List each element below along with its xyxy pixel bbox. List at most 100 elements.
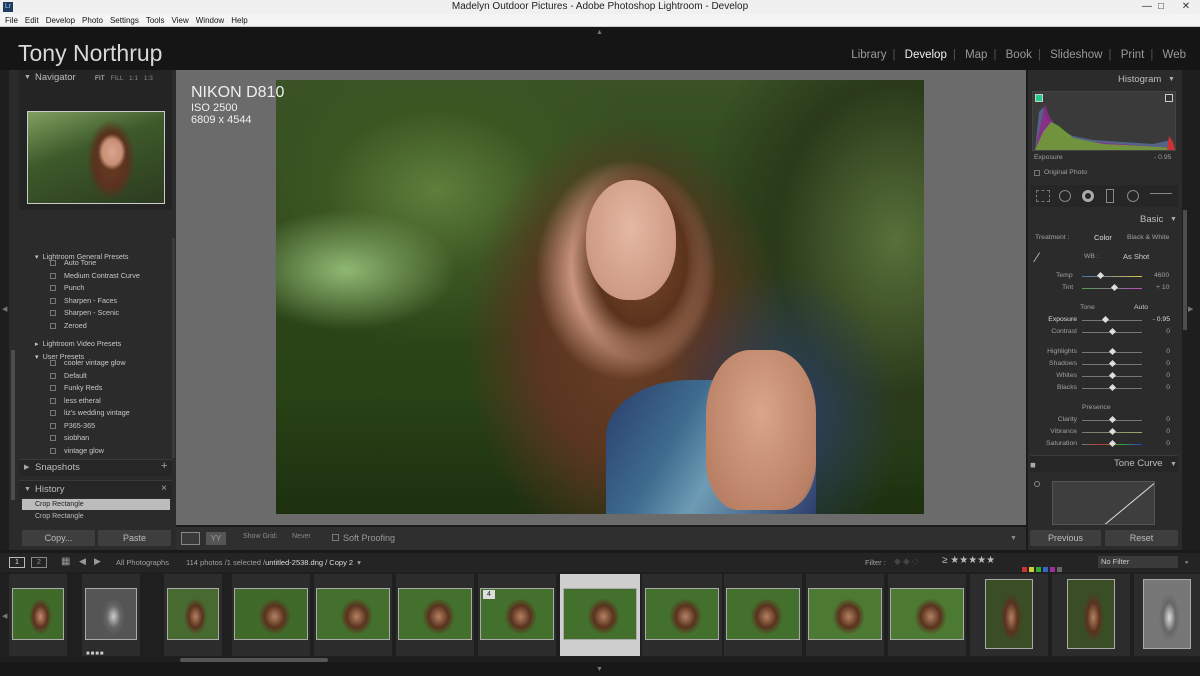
original-photo-checkbox[interactable]: [1034, 170, 1040, 176]
show-grid-select[interactable]: Never: [292, 533, 311, 540]
slider-value[interactable]: 0: [1146, 360, 1170, 367]
panel-toggle-top-icon[interactable]: ▲: [596, 29, 603, 36]
maximize-button[interactable]: □: [1154, 0, 1168, 14]
menu-photo[interactable]: Photo: [82, 16, 103, 25]
history-item-selected[interactable]: Crop Rectangle: [22, 499, 170, 510]
star-rating-filter[interactable]: ≥ ★★★★★: [942, 555, 995, 566]
slider-value[interactable]: 0: [1146, 440, 1170, 447]
eyedropper-icon[interactable]: ⁄: [1036, 250, 1050, 268]
targeted-adjustment-icon[interactable]: [1034, 481, 1040, 487]
slider-value[interactable]: 0: [1146, 384, 1170, 391]
tint-value[interactable]: + 10: [1156, 284, 1169, 291]
soft-proofing-checkbox[interactable]: [332, 534, 339, 541]
menu-help[interactable]: Help: [231, 16, 247, 25]
add-snapshot-icon[interactable]: +: [161, 460, 167, 472]
preset-item[interactable]: liz's wedding vintage: [50, 407, 170, 420]
clear-history-icon[interactable]: ×: [161, 483, 167, 494]
filter-preset-select[interactable]: No Filter: [1098, 556, 1178, 568]
collapse-triangle-icon[interactable]: ▼: [24, 486, 31, 493]
tone-curve-toggle-icon[interactable]: ◼: [1030, 461, 1036, 469]
graduated-filter-icon[interactable]: [1106, 189, 1114, 203]
close-button[interactable]: ✕: [1172, 0, 1200, 14]
collapse-triangle-icon[interactable]: ▼: [1168, 76, 1175, 83]
zoom-1-1[interactable]: 1:1: [129, 75, 138, 82]
collapse-triangle-icon[interactable]: ▼: [1170, 461, 1177, 468]
preset-item[interactable]: Sharpen - Scenic: [50, 307, 170, 320]
slider-value[interactable]: 0: [1146, 372, 1170, 379]
screen-1-button[interactable]: 1: [9, 557, 25, 568]
flag-filter-icons[interactable]: ◆◆◇: [894, 556, 921, 567]
source-label[interactable]: All Photographs: [116, 558, 169, 567]
preset-item[interactable]: less etheral: [50, 395, 170, 408]
module-library[interactable]: Library: [851, 49, 886, 61]
thumbnail[interactable]: [316, 588, 390, 640]
paste-settings-button[interactable]: Paste: [98, 530, 171, 546]
thumbnail[interactable]: [234, 588, 308, 640]
thumbnail[interactable]: [85, 588, 137, 640]
menu-tools[interactable]: Tools: [146, 16, 165, 25]
zoom-fill[interactable]: FILL: [110, 75, 123, 82]
module-print[interactable]: Print: [1121, 49, 1145, 61]
preset-item[interactable]: cooler vintage glow: [50, 357, 170, 370]
preset-item[interactable]: Zeroed: [50, 320, 170, 333]
panel-toggle-bottom-icon[interactable]: ▼: [596, 666, 603, 673]
menu-view[interactable]: View: [172, 16, 189, 25]
right-panel-toggle-icon[interactable]: ▶: [1188, 305, 1193, 313]
collapse-triangle-icon[interactable]: ▼: [24, 74, 31, 81]
filmstrip-scroll-left-icon[interactable]: ◀: [2, 612, 7, 620]
slider-value[interactable]: - 0.95: [1146, 316, 1170, 323]
auto-tone-button[interactable]: Auto: [1134, 304, 1148, 311]
loupe-view-icon[interactable]: [181, 532, 200, 545]
slider-value[interactable]: 0: [1146, 428, 1170, 435]
collapse-triangle-icon[interactable]: ▼: [1170, 216, 1177, 223]
screen-2-button[interactable]: 2: [31, 557, 47, 568]
preset-item[interactable]: Punch: [50, 282, 170, 295]
adjustment-brush-icon[interactable]: [1150, 193, 1172, 197]
forward-arrow-icon[interactable]: ▶: [94, 556, 101, 567]
history-item[interactable]: Crop Rectangle: [22, 511, 170, 522]
thumbnail[interactable]: [1143, 579, 1191, 649]
menu-develop[interactable]: Develop: [46, 16, 75, 25]
radial-filter-icon[interactable]: [1127, 190, 1139, 202]
module-web[interactable]: Web: [1163, 49, 1186, 61]
slider-value[interactable]: 0: [1146, 328, 1170, 335]
histogram-graph[interactable]: [1032, 91, 1176, 151]
navigator-preview[interactable]: [27, 111, 165, 204]
preset-item[interactable]: Medium Contrast Curve: [50, 270, 170, 283]
menu-edit[interactable]: Edit: [25, 16, 39, 25]
thumbnail[interactable]: [890, 588, 964, 640]
previous-button[interactable]: Previous: [1030, 530, 1101, 546]
before-after-view-icon[interactable]: YY: [206, 532, 226, 545]
filter-lock-icon[interactable]: ▪: [1185, 557, 1188, 567]
grid-view-icon[interactable]: ▦: [61, 556, 70, 567]
thumbnail[interactable]: [645, 588, 719, 640]
filename-dropdown-icon[interactable]: ▾: [357, 558, 361, 567]
preset-item[interactable]: vintage glow: [50, 445, 170, 458]
treatment-color[interactable]: Color: [1094, 233, 1112, 242]
module-slideshow[interactable]: Slideshow: [1050, 49, 1102, 61]
spot-removal-icon[interactable]: [1059, 190, 1071, 202]
thumbnail[interactable]: [808, 588, 882, 640]
preset-item[interactable]: P365-365: [50, 420, 170, 433]
presets-scrollbar[interactable]: [172, 238, 175, 458]
preset-item[interactable]: Funky Reds: [50, 382, 170, 395]
left-panel-toggle-icon[interactable]: ◀: [2, 305, 7, 313]
wb-select[interactable]: As Shot: [1123, 252, 1149, 261]
thumbnail[interactable]: [1067, 579, 1115, 649]
menu-settings[interactable]: Settings: [110, 16, 139, 25]
menu-file[interactable]: File: [5, 16, 18, 25]
thumbnail[interactable]: [985, 579, 1033, 649]
copy-settings-button[interactable]: Copy...: [22, 530, 95, 546]
crop-tool-icon[interactable]: [1036, 190, 1050, 202]
color-label-filter[interactable]: [1022, 559, 1092, 572]
temp-value[interactable]: 4600: [1154, 272, 1169, 279]
toolbar-menu-icon[interactable]: ▼: [1010, 535, 1017, 542]
collapse-triangle-icon[interactable]: ▶: [24, 463, 29, 471]
red-eye-icon[interactable]: [1082, 190, 1094, 202]
thumbnail[interactable]: [726, 588, 800, 640]
preset-item[interactable]: Auto Tone: [50, 257, 170, 270]
thumbnail[interactable]: [563, 588, 637, 640]
preset-item[interactable]: Sharpen - Faces: [50, 295, 170, 308]
module-map[interactable]: Map: [965, 49, 987, 61]
treatment-bw[interactable]: Black & White: [1127, 234, 1169, 241]
